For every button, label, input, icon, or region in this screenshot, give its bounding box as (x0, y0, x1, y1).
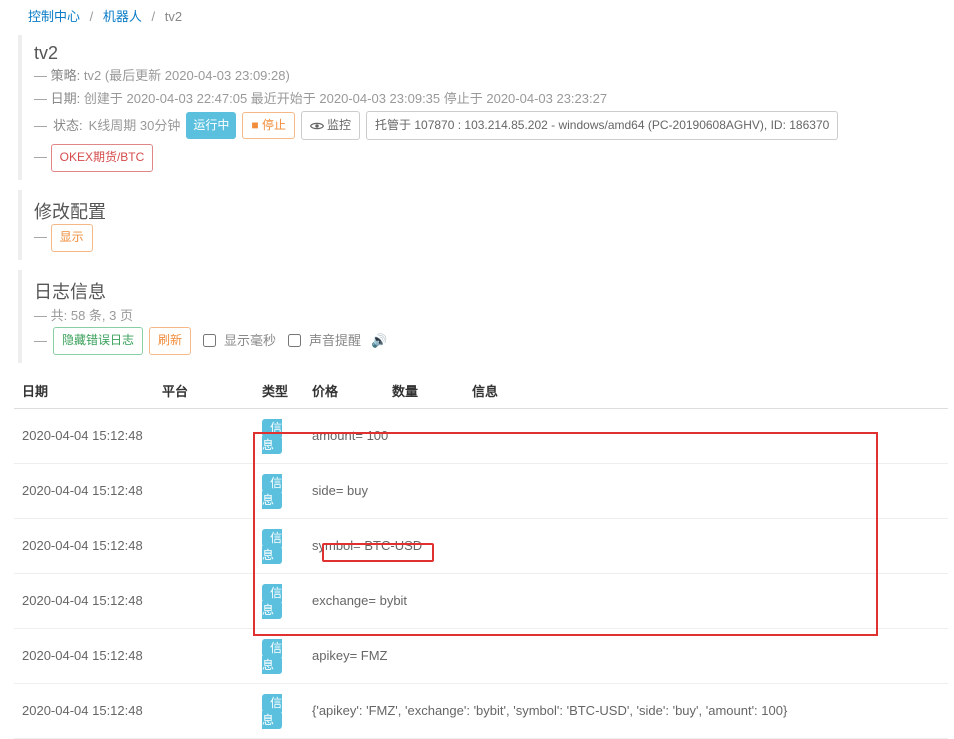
hide-error-logs-button[interactable]: 隐藏错误日志 (53, 327, 143, 355)
config-panel: 修改配置 — 显示 (18, 190, 944, 260)
cell-platform (154, 463, 254, 518)
cell-type: 信息 (254, 683, 304, 738)
table-row: 2020-04-04 15:12:48 信息 symbol= BTC-USD (14, 518, 948, 573)
breadcrumb-current: tv2 (165, 9, 182, 24)
stop-button[interactable]: ■ 停止 (242, 112, 295, 140)
th-type: 类型 (254, 373, 304, 409)
monitor-button[interactable]: 监控 (301, 111, 360, 141)
strategy-value: tv2 (最后更新 2020-04-03 23:09:28) (84, 68, 290, 83)
refresh-button[interactable]: 刷新 (149, 327, 191, 355)
type-pill: 信息 (262, 419, 282, 454)
cell-platform (154, 518, 254, 573)
type-pill: 信息 (262, 474, 282, 509)
show-config-button[interactable]: 显示 (51, 224, 93, 252)
breadcrumb-robots[interactable]: 机器人 (103, 9, 142, 24)
cell-date: 2020-04-04 15:12:48 (14, 628, 154, 683)
type-pill: 信息 (262, 584, 282, 619)
cell-type: 信息 (254, 628, 304, 683)
table-row: 2020-04-04 15:12:48 信息 amount= 100 (14, 408, 948, 463)
date-value: 创建于 2020-04-03 22:47:05 最近开始于 2020-04-03… (84, 91, 607, 106)
exchange-tag[interactable]: OKEX期货/BTC (51, 144, 154, 172)
table-row: 2020-04-04 15:12:48 信息 side= buy (14, 463, 948, 518)
cell-date: 2020-04-04 15:12:48 (14, 518, 154, 573)
cell-date: 2020-04-04 15:12:48 (14, 463, 154, 518)
cell-date: 2020-04-04 15:12:48 (14, 573, 154, 628)
strategy-label: 策略: (51, 68, 81, 83)
cell-type: 信息 (254, 573, 304, 628)
running-badge: 运行中 (186, 112, 236, 140)
th-date: 日期 (14, 373, 154, 409)
th-platform: 平台 (154, 373, 254, 409)
sound-label: 声音提醒 (309, 329, 361, 352)
type-pill: 信息 (262, 639, 282, 674)
cell-date: 2020-04-04 15:12:48 (14, 408, 154, 463)
status-value: K线周期 30分钟 (89, 114, 181, 137)
robot-name: tv2 (34, 43, 944, 64)
cell-msg: exchange= bybit (304, 573, 948, 628)
cell-platform (154, 573, 254, 628)
cell-platform (154, 628, 254, 683)
show-ms-label: 显示毫秒 (224, 329, 276, 352)
log-table: 日期 平台 类型 价格 数量 信息 2020-04-04 15:12:48信息a… (14, 373, 948, 739)
cell-platform (154, 683, 254, 738)
hosted-info: 托管于 107870 : 103.214.85.202 - windows/am… (366, 111, 838, 141)
cell-msg: side= buy (304, 463, 948, 518)
cell-msg: symbol= BTC-USD (304, 518, 948, 573)
show-ms-checkbox[interactable] (203, 334, 216, 347)
cell-msg: {'apikey': 'FMZ', 'exchange': 'bybit', '… (304, 683, 948, 738)
th-msg: 信息 (464, 373, 948, 409)
type-pill: 信息 (262, 694, 282, 729)
log-title: 日志信息 (34, 278, 944, 304)
table-row: 2020-04-04 15:12:48 信息 exchange= bybit (14, 573, 948, 628)
th-amount: 数量 (384, 373, 464, 409)
cell-type: 信息 (254, 408, 304, 463)
type-pill: 信息 (262, 529, 282, 564)
th-price: 价格 (304, 373, 384, 409)
table-row: 2020-04-04 15:12:48 信息 apikey= FMZ (14, 628, 948, 683)
cell-msg: amount= 100 (304, 408, 948, 463)
log-panel: 日志信息 — 共: 58 条, 3 页 — 隐藏错误日志 刷新 显示毫秒 声音提… (18, 270, 944, 363)
table-row: 2020-04-04 15:12:48 信息 {'apikey': 'FMZ', '… (14, 683, 948, 738)
cell-msg: apikey= FMZ (304, 628, 948, 683)
cell-date: 2020-04-04 15:12:48 (14, 683, 154, 738)
sound-checkbox[interactable] (288, 334, 301, 347)
cell-type: 信息 (254, 463, 304, 518)
cell-type: 信息 (254, 518, 304, 573)
sound-icon: 🔊 (367, 329, 387, 352)
breadcrumb-control-center[interactable]: 控制中心 (28, 9, 80, 24)
config-title: 修改配置 (34, 198, 944, 224)
cell-platform (154, 408, 254, 463)
date-label: 日期: (51, 91, 81, 106)
status-label: 状态: (53, 114, 83, 137)
robot-panel: tv2 — 策略: tv2 (最后更新 2020-04-03 23:09:28)… (18, 35, 944, 180)
eye-icon (310, 121, 324, 131)
log-summary: 共: 58 条, 3 页 (51, 308, 133, 323)
breadcrumb: 控制中心 / 机器人 / tv2 (0, 0, 954, 31)
